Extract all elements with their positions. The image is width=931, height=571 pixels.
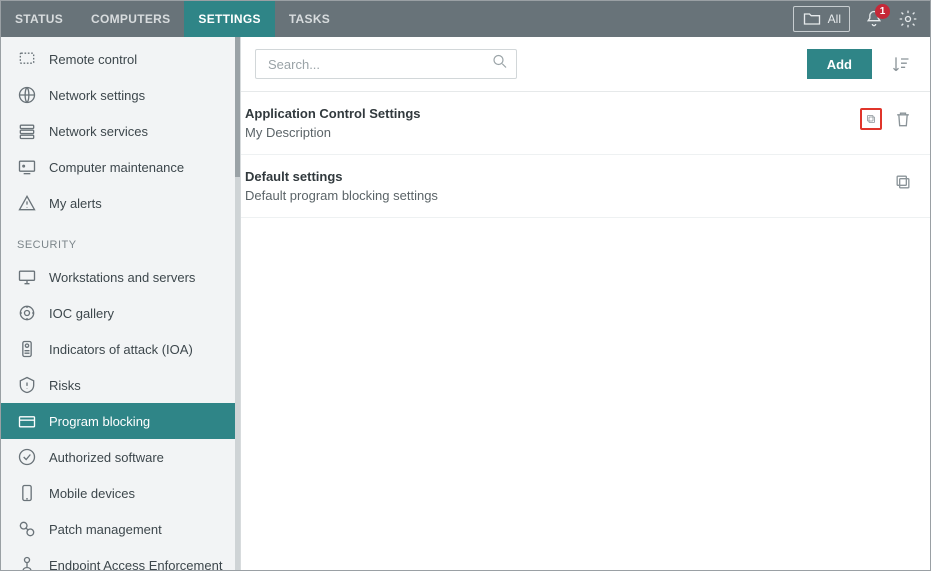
tab-status[interactable]: STATUS bbox=[1, 1, 77, 37]
sidebar-item-label: Computer maintenance bbox=[49, 160, 184, 175]
add-button[interactable]: Add bbox=[807, 49, 872, 79]
sort-icon bbox=[891, 54, 911, 74]
gear-icon bbox=[898, 9, 918, 29]
sidebar-item-program-blocking[interactable]: Program blocking bbox=[1, 403, 240, 439]
sidebar-item-mobile-devices[interactable]: Mobile devices bbox=[1, 475, 240, 511]
remote-control-icon bbox=[17, 49, 37, 69]
sidebar-item-label: Authorized software bbox=[49, 450, 164, 465]
program-blocking-icon bbox=[17, 411, 37, 431]
list-row[interactable]: Default settings Default program blocking… bbox=[241, 155, 930, 218]
search-input[interactable] bbox=[255, 49, 517, 79]
sidebar-item-label: Network settings bbox=[49, 88, 145, 103]
sidebar-item-label: My alerts bbox=[49, 196, 102, 211]
sidebar-item-ioc-gallery[interactable]: IOC gallery bbox=[1, 295, 240, 331]
risks-icon bbox=[17, 375, 37, 395]
copy-button[interactable] bbox=[860, 108, 882, 130]
sidebar-item-risks[interactable]: Risks bbox=[1, 367, 240, 403]
sidebar-item-label: Remote control bbox=[49, 52, 137, 67]
row-title: Application Control Settings bbox=[245, 106, 860, 121]
sidebar-item-network-services[interactable]: Network services bbox=[1, 113, 240, 149]
workstations-icon bbox=[17, 267, 37, 287]
sidebar-section-security: SECURITY bbox=[1, 221, 240, 259]
sidebar-item-computer-maintenance[interactable]: Computer maintenance bbox=[1, 149, 240, 185]
endpoint-access-icon bbox=[17, 555, 37, 570]
row-title: Default settings bbox=[245, 169, 892, 184]
copy-icon bbox=[865, 109, 877, 129]
tab-settings[interactable]: SETTINGS bbox=[184, 1, 274, 37]
sidebar-item-label: IOC gallery bbox=[49, 306, 114, 321]
sidebar-item-label: Program blocking bbox=[49, 414, 150, 429]
notification-badge: 1 bbox=[875, 4, 890, 19]
network-services-icon bbox=[17, 121, 37, 141]
my-alerts-icon bbox=[17, 193, 37, 213]
sidebar-item-endpoint-access[interactable]: Endpoint Access Enforcement bbox=[1, 547, 240, 570]
copy-button[interactable] bbox=[892, 171, 914, 193]
settings-gear-button[interactable] bbox=[898, 9, 918, 29]
delete-button[interactable] bbox=[892, 108, 914, 130]
mobile-devices-icon bbox=[17, 483, 37, 503]
sidebar-item-network-settings[interactable]: Network settings bbox=[1, 77, 240, 113]
patch-management-icon bbox=[17, 519, 37, 539]
sidebar-item-my-alerts[interactable]: My alerts bbox=[1, 185, 240, 221]
authorized-software-icon bbox=[17, 447, 37, 467]
copy-icon bbox=[893, 172, 913, 192]
folder-icon bbox=[802, 9, 822, 29]
ioa-icon bbox=[17, 339, 37, 359]
filter-all-button[interactable]: All bbox=[793, 6, 850, 32]
tab-tasks[interactable]: TASKS bbox=[275, 1, 344, 37]
search-icon bbox=[491, 53, 509, 76]
ioc-gallery-icon bbox=[17, 303, 37, 323]
network-settings-icon bbox=[17, 85, 37, 105]
sidebar-item-label: Patch management bbox=[49, 522, 162, 537]
list-row[interactable]: Application Control Settings My Descripti… bbox=[241, 92, 930, 155]
computer-maintenance-icon bbox=[17, 157, 37, 177]
row-description: Default program blocking settings bbox=[245, 188, 892, 203]
sidebar-item-authorized-software[interactable]: Authorized software bbox=[1, 439, 240, 475]
filter-all-label: All bbox=[828, 12, 841, 26]
sidebar-scrollbar-thumb[interactable] bbox=[235, 37, 240, 177]
notifications-button[interactable]: 1 bbox=[864, 9, 884, 29]
sidebar-item-workstations[interactable]: Workstations and servers bbox=[1, 259, 240, 295]
row-description: My Description bbox=[245, 125, 860, 140]
sidebar-item-remote-control[interactable]: Remote control bbox=[1, 41, 240, 77]
sidebar-item-label: Endpoint Access Enforcement bbox=[49, 558, 222, 571]
sidebar-item-label: Indicators of attack (IOA) bbox=[49, 342, 193, 357]
trash-icon bbox=[893, 109, 913, 129]
sidebar-item-ioa[interactable]: Indicators of attack (IOA) bbox=[1, 331, 240, 367]
sidebar-item-patch-management[interactable]: Patch management bbox=[1, 511, 240, 547]
sidebar-item-label: Network services bbox=[49, 124, 148, 139]
sidebar-item-label: Workstations and servers bbox=[49, 270, 195, 285]
tab-computers[interactable]: COMPUTERS bbox=[77, 1, 184, 37]
sidebar-item-label: Risks bbox=[49, 378, 81, 393]
sort-button[interactable] bbox=[886, 49, 916, 79]
sidebar-item-label: Mobile devices bbox=[49, 486, 135, 501]
